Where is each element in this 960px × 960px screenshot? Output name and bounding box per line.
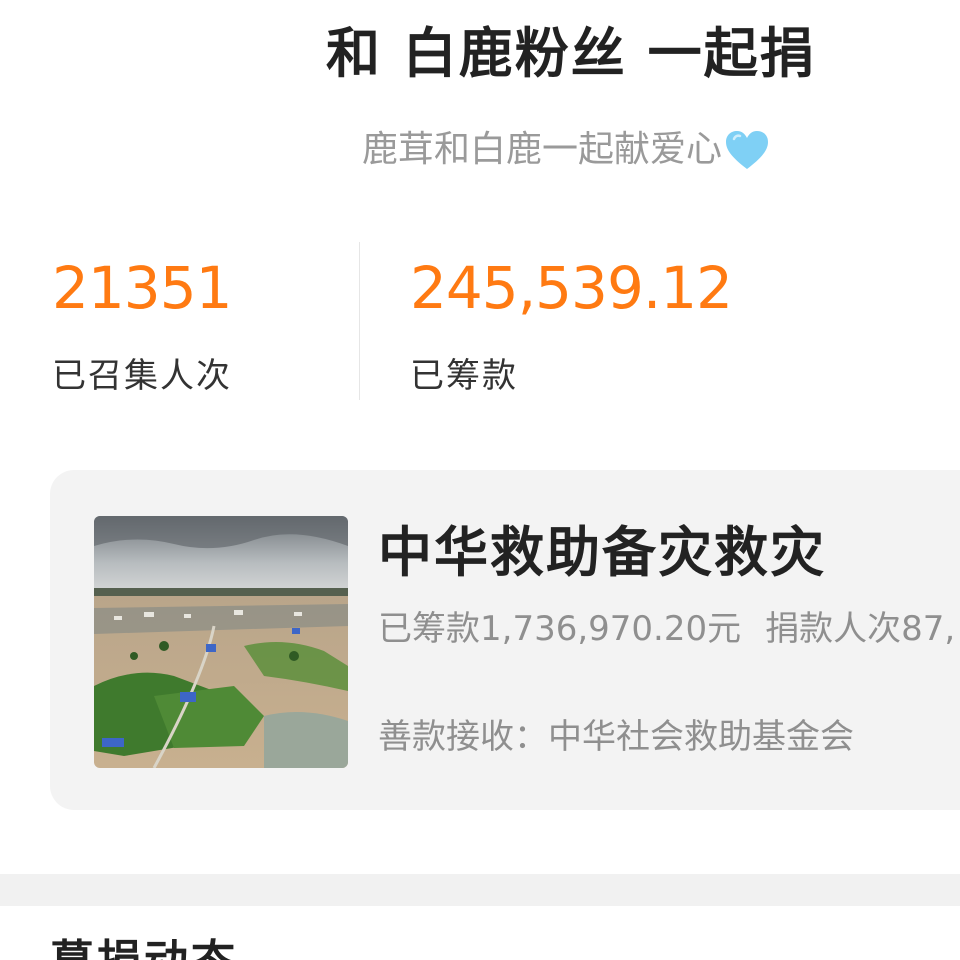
donation-page: 和 白鹿粉丝 一起捐 鹿茸和白鹿一起献爱心 21351 已召集人次 245,53… xyxy=(0,0,960,960)
participants-stat: 21351 已召集人次 xyxy=(52,250,233,400)
participants-count: 21351 xyxy=(52,254,233,322)
project-donors: 捐款人次87, xyxy=(765,609,956,649)
project-raised: 已筹款1,736,970.20元 xyxy=(378,609,742,649)
blue-heart-icon xyxy=(724,129,770,171)
project-recipient: 善款接收：中华社会救助基金会 xyxy=(378,717,854,757)
flood-aerial-photo-icon xyxy=(94,516,348,768)
raised-stat: 245,539.12 已筹款 xyxy=(410,250,733,400)
subtitle-text: 鹿茸和白鹿一起献爱心 xyxy=(362,129,723,170)
section-heading: 募捐动态 xyxy=(50,932,238,960)
project-card[interactable]: 中华救助备灾救灾 已筹款1,736,970.20元 捐款人次87, 善款接收：中华… xyxy=(50,470,960,810)
stats-divider xyxy=(359,242,360,400)
project-image[interactable] xyxy=(94,516,348,768)
page-title: 和 白鹿粉丝 一起捐 xyxy=(326,22,816,85)
participants-label: 已召集人次 xyxy=(52,356,232,396)
page-subtitle: 鹿茸和白鹿一起献爱心 xyxy=(362,124,770,176)
project-stats: 已筹款1,736,970.20元 捐款人次87, xyxy=(378,604,955,654)
raised-label: 已筹款 xyxy=(410,356,518,396)
section-divider xyxy=(0,874,960,906)
raised-amount: 245,539.12 xyxy=(410,254,733,322)
project-title: 中华救助备灾救灾 xyxy=(378,521,826,584)
